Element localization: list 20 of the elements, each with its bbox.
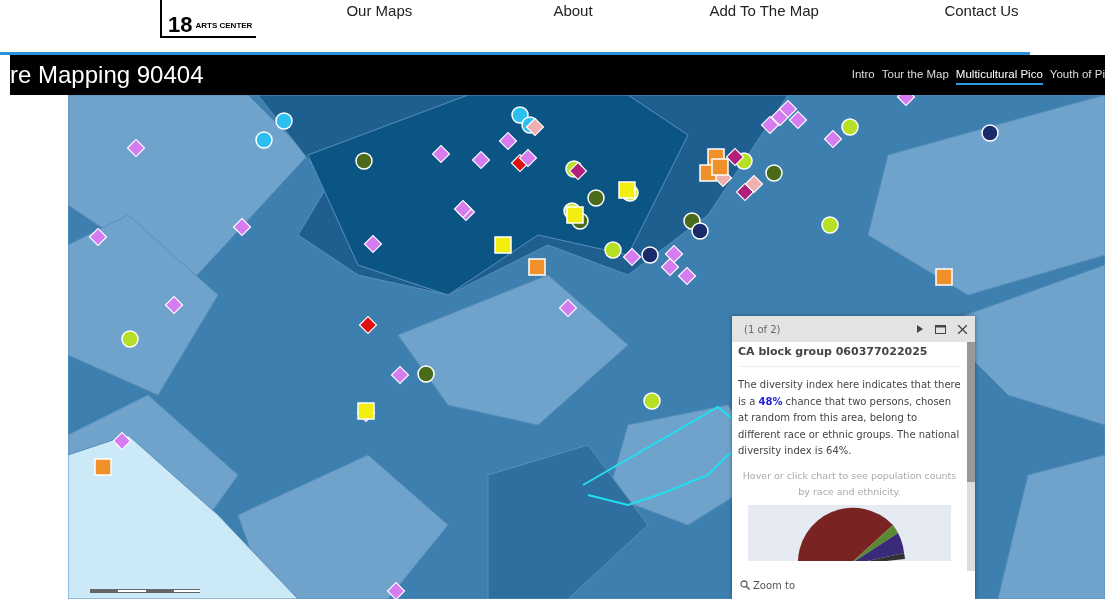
nav-tab[interactable]: Multicultural Pico [955, 65, 1043, 85]
zoom-icon [740, 580, 750, 590]
zoom-to-link[interactable]: Zoom to [740, 579, 796, 591]
nav-link[interactable]: Contact Us [944, 2, 1019, 19]
popup-title: CA block group 060377022025 [738, 345, 961, 367]
close-icon[interactable] [958, 324, 967, 334]
scrollbar[interactable] [967, 342, 975, 571]
page-counter: (1 of 2) [744, 323, 782, 335]
nav-tab[interactable]: Tour the Map [881, 65, 949, 85]
next-icon[interactable] [917, 325, 923, 333]
chart-hint: Hover or click chart to see population counts by race and ethnicity. [741, 468, 958, 499]
nav-link[interactable]: Our Maps [346, 2, 554, 19]
maximize-icon[interactable] [935, 324, 946, 334]
app-title: re Mapping 90404 [10, 61, 204, 89]
nav-link[interactable]: Add To The Map [709, 2, 945, 19]
nav-tab[interactable]: Youth of Pi [1049, 65, 1105, 85]
pie-chart-drawing[interactable] [748, 504, 951, 561]
nav-link[interactable]: About [553, 2, 710, 19]
nav-tab[interactable]: Intro [851, 65, 875, 85]
popup-description: The diversity index here indicates that there is a 48% chance that two persons, chosen at random from this area, belong to different race or ethnic groups. The national diversity index is 64%. [738, 378, 961, 458]
